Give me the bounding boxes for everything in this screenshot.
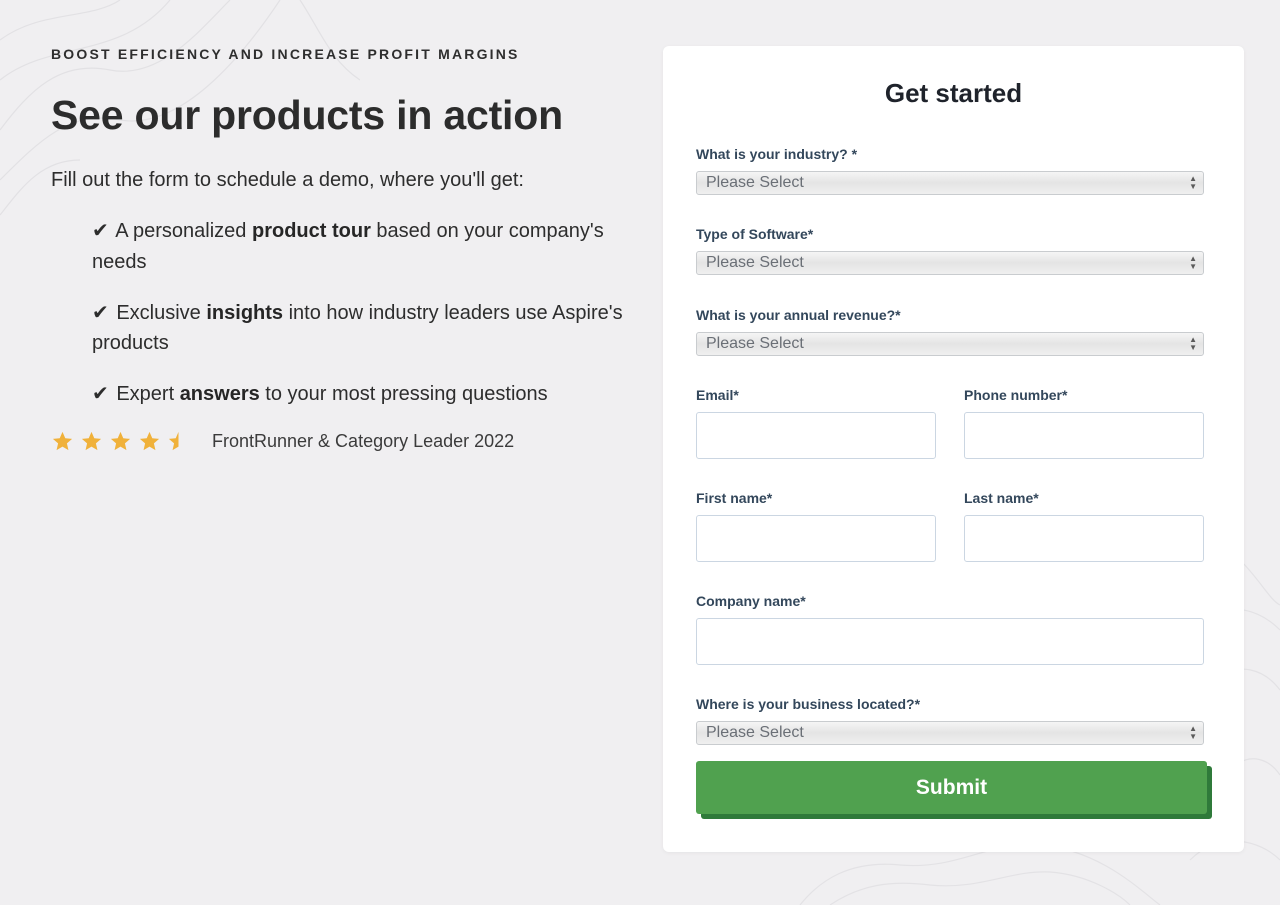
half-star-icon bbox=[168, 431, 179, 451]
select-arrows-icon: ▲ ▼ bbox=[1189, 724, 1197, 741]
location-select-value: Please Select bbox=[706, 724, 804, 741]
first-name-field-group: First name* bbox=[696, 490, 936, 562]
form-title: Get started bbox=[884, 78, 1023, 108]
star-icon bbox=[52, 431, 73, 451]
revenue-select[interactable]: Please Select ▲ ▼ bbox=[696, 332, 1204, 356]
select-arrows-icon: ▲ ▼ bbox=[1189, 254, 1197, 271]
star-rating bbox=[51, 430, 190, 453]
select-arrows-icon: ▲ ▼ bbox=[1189, 174, 1197, 191]
star-icon bbox=[81, 431, 102, 451]
select-arrows-icon: ▲ ▼ bbox=[1189, 335, 1197, 352]
star-icon bbox=[139, 431, 160, 451]
company-field-group: Company name* bbox=[696, 593, 1204, 665]
star-icon bbox=[110, 431, 131, 451]
email-field[interactable] bbox=[696, 412, 936, 459]
checkmark-icon: ✔ bbox=[92, 220, 109, 242]
phone-label: Phone number* bbox=[964, 387, 1068, 403]
benefit-text: Exclusive bbox=[110, 301, 207, 324]
industry-field: What is your industry? * Please Select ▲… bbox=[696, 146, 1204, 195]
first-name-label: First name* bbox=[696, 490, 773, 506]
revenue-select-value: Please Select bbox=[706, 335, 804, 352]
revenue-field: What is your annual revenue?* Please Sel… bbox=[696, 307, 1204, 356]
location-select[interactable]: Please Select ▲ ▼ bbox=[696, 721, 1204, 745]
checkmark-icon: ✔ bbox=[92, 301, 109, 324]
last-name-field-group: Last name* bbox=[964, 490, 1204, 562]
last-name-label: Last name* bbox=[964, 490, 1039, 506]
benefit-emphasis: answers bbox=[179, 383, 260, 405]
phone-field[interactable] bbox=[964, 412, 1204, 459]
revenue-label: What is your annual revenue?* bbox=[696, 307, 901, 323]
first-name-field[interactable] bbox=[696, 515, 936, 562]
location-field: Where is your business located?* Please … bbox=[696, 696, 1204, 745]
software-select-value: Please Select bbox=[706, 254, 804, 271]
benefit-item: ✔ Expert answers to your most pressing q… bbox=[92, 379, 641, 410]
industry-label: What is your industry? * bbox=[696, 146, 858, 162]
benefit-text: A personalized bbox=[110, 220, 252, 242]
company-label: Company name* bbox=[696, 593, 806, 609]
email-field-group: Email* bbox=[696, 387, 936, 459]
industry-select[interactable]: Please Select ▲ ▼ bbox=[696, 171, 1204, 195]
benefit-emphasis: insights bbox=[206, 301, 284, 324]
email-label: Email* bbox=[696, 387, 739, 403]
benefit-text: to your most pressing questions bbox=[259, 383, 548, 405]
location-label: Where is your business located?* bbox=[696, 696, 921, 712]
company-name-field[interactable] bbox=[696, 618, 1204, 665]
rating-label: FrontRunner & Category Leader 2022 bbox=[212, 431, 515, 451]
industry-select-value: Please Select bbox=[706, 174, 804, 191]
software-select[interactable]: Please Select ▲ ▼ bbox=[696, 251, 1204, 275]
eyebrow-text: BOOST EFFICIENCY AND INCREASE PROFIT MAR… bbox=[51, 46, 520, 62]
page: BOOST EFFICIENCY AND INCREASE PROFIT MAR… bbox=[0, 0, 1280, 905]
intro-text: Fill out the form to schedule a demo, wh… bbox=[51, 169, 524, 191]
benefit-item: ✔ A personalized product tour based on y… bbox=[92, 216, 641, 277]
page-title: See our products in action bbox=[51, 92, 563, 138]
phone-field-group: Phone number* bbox=[964, 387, 1204, 459]
demo-form-card: Get started What is your industry? * Ple… bbox=[663, 46, 1244, 852]
submit-area: Submit bbox=[696, 761, 1212, 819]
last-name-field[interactable] bbox=[964, 515, 1204, 562]
software-field: Type of Software* Please Select ▲ ▼ bbox=[696, 226, 1204, 275]
software-label: Type of Software* bbox=[696, 226, 814, 242]
benefit-emphasis: product tour bbox=[251, 220, 371, 242]
checkmark-icon: ✔ bbox=[92, 383, 109, 405]
rating: FrontRunner & Category Leader 2022 bbox=[51, 430, 641, 453]
benefit-item: ✔ Exclusive insights into how industry l… bbox=[92, 298, 641, 359]
submit-button[interactable]: Submit bbox=[696, 761, 1207, 814]
benefit-text: Expert bbox=[110, 383, 180, 405]
benefits-list: ✔ A personalized product tour based on y… bbox=[51, 216, 641, 410]
hero-section: BOOST EFFICIENCY AND INCREASE PROFIT MAR… bbox=[51, 44, 641, 453]
